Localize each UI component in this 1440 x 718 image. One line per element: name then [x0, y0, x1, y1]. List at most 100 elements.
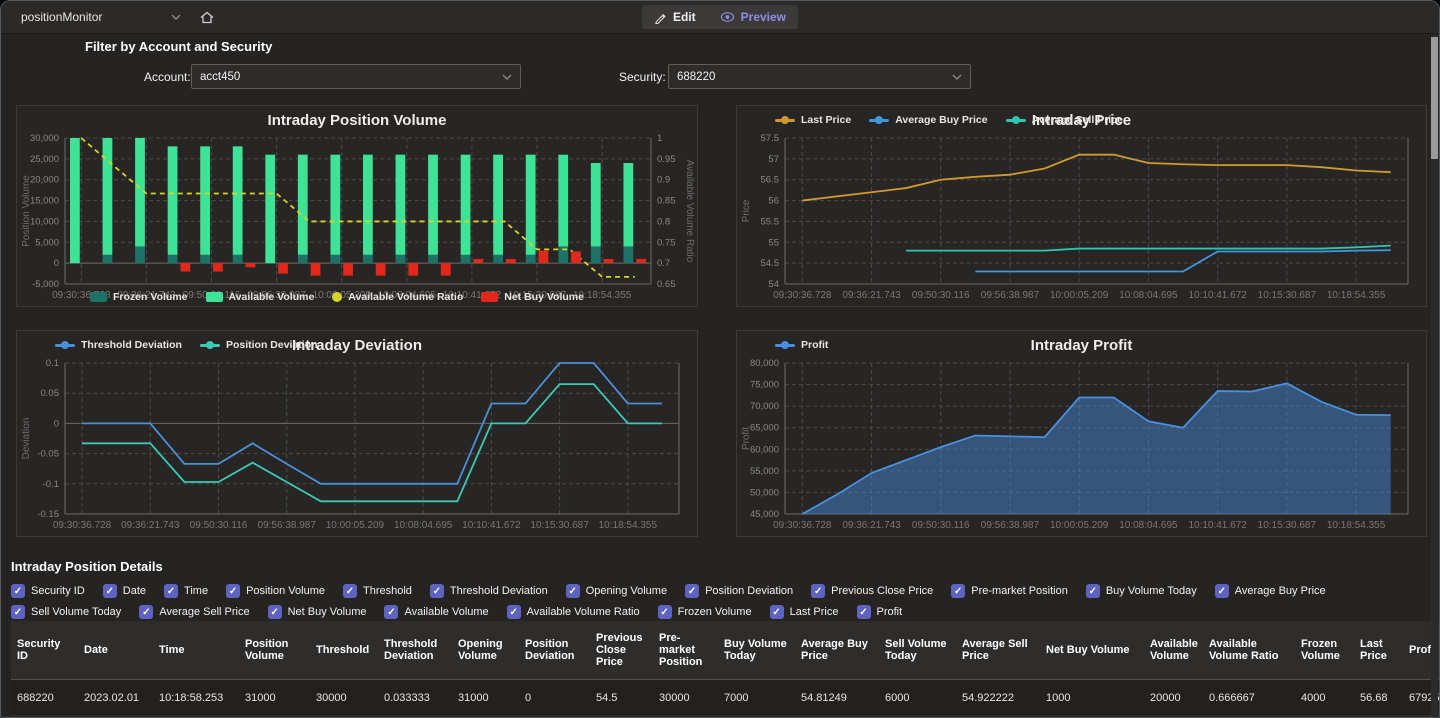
column-checkbox-net-buy-volume[interactable]: ✓ Net Buy Volume	[268, 605, 367, 619]
legend-swatch	[869, 119, 889, 122]
column-header-average-sell-price[interactable]: Average Sell Price	[956, 621, 1040, 679]
column-checkboxes: ✓Security ID✓Date✓Time✓Position Volume✓T…	[11, 584, 1427, 619]
column-header-opening-volume[interactable]: Opening Volume	[452, 621, 519, 679]
volume-chart-canvas: -5,00005,00010,00015,00020,00025,00030,0…	[17, 106, 697, 306]
column-checkbox-threshold-deviation[interactable]: ✓Threshold Deviation	[430, 584, 548, 598]
table-row[interactable]: 6882202023.02.0110:18:58.25331000300000.…	[11, 679, 1440, 716]
checkbox-checked-icon: ✓	[343, 584, 357, 598]
legend-item-threshold-deviation[interactable]: Threshold Deviation	[55, 339, 182, 351]
checkbox-label: Threshold	[363, 585, 412, 597]
column-header-sell-volume-today[interactable]: Sell Volume Today	[879, 621, 956, 679]
column-checkbox-previous-close-price[interactable]: ✓Previous Close Price	[811, 584, 933, 598]
svg-text:09:50:30.116: 09:50:30.116	[912, 520, 970, 531]
vertical-scrollbar[interactable]	[1431, 35, 1438, 716]
column-checkbox-average-buy-price[interactable]: ✓ Average Buy Price	[1215, 584, 1326, 598]
column-checkbox-date[interactable]: ✓Date	[103, 584, 146, 598]
column-checkbox-available-volume[interactable]: ✓Available Volume	[384, 605, 488, 619]
scrollbar-thumb[interactable]	[1431, 37, 1438, 159]
column-checkbox-profit[interactable]: ✓Profit	[857, 605, 903, 619]
svg-text:10:10:41.672: 10:10:41.672	[1188, 520, 1247, 531]
column-header-threshold[interactable]: Threshold	[310, 621, 378, 679]
home-icon	[199, 10, 215, 25]
security-select[interactable]: 688220	[668, 64, 971, 89]
column-checkbox-available-volume-ratio[interactable]: ✓Available Volume Ratio	[507, 605, 640, 619]
eye-icon	[720, 11, 735, 23]
preview-button[interactable]: Preview	[708, 5, 798, 29]
chevron-down-icon	[171, 14, 181, 20]
column-checkbox-last-price[interactable]: ✓Last Price	[770, 605, 839, 619]
svg-text:10:18:54.355: 10:18:54.355	[1327, 290, 1386, 301]
table-cell: 1000	[1040, 679, 1144, 716]
column-checkbox-buy-volume-today[interactable]: ✓Buy Volume Today	[1086, 584, 1197, 598]
checkbox-checked-icon: ✓	[11, 584, 25, 598]
column-checkbox-threshold[interactable]: ✓ Threshold	[343, 584, 412, 598]
legend-swatch	[1006, 119, 1026, 122]
security-value: 688220	[677, 71, 715, 83]
intraday-position-volume-chart: Intraday Position Volume -5,00005,00010,…	[16, 105, 698, 307]
profit-chart-canvas: 45,00050,00055,00060,00065,00070,00075,0…	[737, 331, 1426, 536]
column-header-pre-market-position[interactable]: Pre-market Position	[653, 621, 718, 679]
column-checkbox-security-id[interactable]: ✓Security ID	[11, 584, 85, 598]
column-checkbox-time[interactable]: ✓Time	[164, 584, 208, 598]
column-checkbox-pre-market-position[interactable]: ✓Pre-market Position	[951, 584, 1068, 598]
legend-item-available-volume-ratio[interactable]: Available Volume Ratio	[332, 291, 463, 303]
legend-swatch	[55, 344, 75, 347]
column-header-last-price[interactable]: Last Price	[1354, 621, 1403, 679]
svg-text:10:18:54.355: 10:18:54.355	[1327, 520, 1386, 531]
chevron-down-icon	[952, 74, 962, 80]
svg-text:56: 56	[768, 196, 779, 207]
column-header-net-buy-volume[interactable]: Net Buy Volume	[1040, 621, 1144, 679]
column-header-security-id[interactable]: Security ID	[11, 621, 78, 679]
chevron-down-icon	[502, 74, 512, 80]
svg-text:60,000: 60,000	[750, 444, 779, 455]
column-checkbox-average-sell-price[interactable]: ✓Average Sell Price	[139, 605, 249, 619]
legend-item-profit[interactable]: Profit	[775, 339, 828, 351]
account-select[interactable]: acct450	[191, 64, 521, 89]
legend-item-position-deviation[interactable]: Position Deviation	[200, 339, 318, 351]
checkbox-checked-icon: ✓	[268, 605, 282, 619]
svg-text:0.7: 0.7	[657, 258, 670, 269]
home-button[interactable]	[195, 6, 219, 29]
legend-item-frozen-volume[interactable]: Frozen Volume	[90, 291, 187, 303]
legend-item-net-buy-volume[interactable]: Net Buy Volume	[481, 291, 584, 303]
column-header-position-volume[interactable]: Position Volume	[239, 621, 310, 679]
checkbox-label: Average Buy Price	[1235, 585, 1326, 597]
column-checkbox-opening-volume[interactable]: ✓Opening Volume	[566, 584, 667, 598]
checkbox-label: Net Buy Volume	[288, 606, 367, 618]
pencil-icon	[654, 11, 667, 24]
svg-text:09:50:30.116: 09:50:30.116	[912, 290, 970, 301]
column-checkbox-frozen-volume[interactable]: ✓Frozen Volume	[658, 605, 752, 619]
table-cell: 0	[519, 679, 590, 716]
app-selector[interactable]: positionMonitor	[21, 10, 181, 24]
column-checkbox-position-volume[interactable]: ✓Position Volume	[226, 584, 325, 598]
column-header-average-buy-price[interactable]: Average Buy Price	[795, 621, 879, 679]
column-header-available-volume-ratio[interactable]: Available Volume Ratio	[1203, 621, 1295, 679]
svg-text:5,000: 5,000	[35, 237, 59, 248]
checkbox-label: Position Deviation	[705, 585, 793, 597]
column-checkbox-position-deviation[interactable]: ✓Position Deviation	[685, 584, 793, 598]
checkbox-checked-icon: ✓	[658, 605, 672, 619]
legend-item-available-volume[interactable]: Available Volume	[206, 291, 315, 303]
column-header-date[interactable]: Date	[78, 621, 153, 679]
column-header-position-deviation[interactable]: Position Deviation	[519, 621, 590, 679]
legend-item-last-price[interactable]: Last Price	[775, 114, 851, 126]
checkbox-checked-icon: ✓	[811, 584, 825, 598]
column-checkbox-sell-volume-today[interactable]: ✓Sell Volume Today	[11, 605, 121, 619]
column-header-buy-volume-today[interactable]: Buy Volume Today	[718, 621, 795, 679]
column-header-time[interactable]: Time	[153, 621, 239, 679]
svg-text:09:30:36.728: 09:30:36.728	[53, 520, 112, 531]
app-window: positionMonitor Edit Preview Filter by A…	[0, 0, 1440, 718]
column-header-available-volume[interactable]: Available Volume	[1144, 621, 1203, 679]
svg-text:09:36:21.743: 09:36:21.743	[842, 290, 901, 301]
legend-label: Available Volume Ratio	[348, 291, 463, 303]
legend-item-average-sell-price[interactable]: Average Sell Price	[1006, 114, 1123, 126]
edit-button[interactable]: Edit	[642, 5, 708, 29]
svg-text:10,000: 10,000	[30, 216, 59, 227]
svg-text:54.5: 54.5	[761, 258, 780, 269]
legend-item-average-buy-price[interactable]: Average Buy Price	[869, 114, 987, 126]
checkbox-checked-icon: ✓	[1215, 584, 1229, 598]
column-header-frozen-volume[interactable]: Frozen Volume	[1295, 621, 1354, 679]
column-header-threshold-deviation[interactable]: Threshold Deviation	[378, 621, 452, 679]
column-header-previous-close-price[interactable]: Previous Close Price	[590, 621, 653, 679]
table-cell: 7000	[718, 679, 795, 716]
